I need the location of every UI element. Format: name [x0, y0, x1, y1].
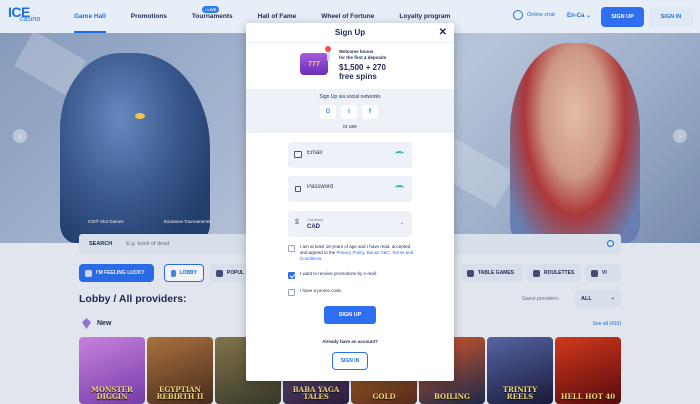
chat-icon [513, 10, 523, 20]
slot-digits: 777 [308, 60, 320, 68]
facebook-icon: f [369, 109, 371, 115]
age-consent-text: I am at least 18 years of age and I have… [300, 244, 414, 262]
bonus-subtitle: Welcome bonus for the first 4 deposits [339, 49, 386, 61]
nav-game-hall[interactable]: Game Hall [74, 0, 106, 33]
autofill-key-icon[interactable] [395, 185, 404, 191]
online-chat-label: Online chat [527, 12, 555, 18]
signup-submit-button[interactable]: SIGN UP [324, 306, 376, 324]
promo-email-checkbox[interactable] [288, 272, 295, 279]
consent-dot: . [321, 256, 323, 261]
privacy-policy-link[interactable]: Privacy Policy [337, 250, 365, 255]
promo-code-text: I have a promo code [300, 288, 342, 293]
bonus-terms-link[interactable]: Bonus T&C [367, 250, 390, 255]
social-signup: Sign Up via social networks G t f or use [246, 89, 454, 133]
header-signin-button[interactable]: SIGN IN [649, 7, 693, 27]
currency-select[interactable]: $ Currency CAD ⌄ [288, 211, 412, 237]
password-input[interactable] [307, 184, 387, 190]
google-icon: G [325, 109, 331, 115]
nav-tournaments[interactable]: • LIVE Tournaments [192, 0, 233, 33]
slot-machine-icon: 777 [300, 53, 328, 75]
welcome-bonus: 777 Welcome bonus for the first 4 deposi… [246, 43, 454, 89]
live-badge: • LIVE [201, 6, 220, 13]
google-button[interactable]: G [320, 105, 336, 119]
online-chat-link[interactable]: Online chat [513, 10, 555, 20]
chevron-down-icon: ⌄ [586, 13, 592, 19]
nav-promotions[interactable]: Promotions [131, 0, 167, 33]
slot-lever-ball [325, 46, 331, 52]
modal-signin-button[interactable]: SIGN IN [332, 352, 368, 370]
social-buttons: G t f [320, 105, 378, 119]
promo-code-row: I have a promo code [288, 288, 414, 296]
logo-subtext: casino [20, 16, 41, 23]
modal-title: Sign Up [334, 28, 366, 37]
currency-label: Currency [307, 217, 324, 222]
twitter-icon: t [348, 109, 350, 115]
language-label: En-Ca [567, 13, 585, 19]
modal-header: Sign Up ✕ [246, 23, 454, 43]
logo[interactable]: ICE casino [8, 5, 46, 29]
envelope-icon [294, 151, 302, 158]
bonus-amount-line-1: $1,500 + 270 [339, 63, 386, 72]
promo-code-checkbox[interactable] [288, 289, 295, 296]
currency-value: CAD [307, 224, 320, 230]
promo-email-row: I want to receive promotions by e-mail. [288, 271, 414, 279]
language-selector[interactable]: En-Ca ⌄ [567, 12, 591, 19]
nav-tournaments-label: Tournaments [191, 13, 233, 20]
bonus-amount-line-2: free spins [339, 72, 377, 81]
consent-text-2: , [364, 250, 366, 255]
age-consent-checkbox[interactable] [288, 245, 295, 252]
twitter-button[interactable]: t [341, 105, 357, 119]
bonus-line-2: for the first 4 deposits [339, 55, 387, 60]
bonus-amount: $1,500 + 270 free spins [339, 63, 386, 81]
header-signup-button[interactable]: SIGN UP [601, 7, 644, 27]
or-use-label: or use [343, 124, 357, 130]
signup-modal: Sign Up ✕ 777 Welcome bonus for the firs… [246, 23, 454, 381]
promo-email-text: I want to receive promotions by e-mail. [300, 271, 378, 276]
age-consent-row: I am at least 18 years of age and I have… [288, 244, 414, 262]
autofill-key-icon[interactable] [395, 151, 404, 157]
close-icon[interactable]: ✕ [439, 28, 447, 38]
already-account-text: Already have an account? [322, 339, 378, 344]
facebook-button[interactable]: f [362, 105, 378, 119]
lock-icon [295, 186, 301, 192]
password-field[interactable] [288, 176, 412, 202]
chevron-down-icon: ⌄ [399, 220, 404, 226]
social-title: Sign Up via social networks [319, 94, 381, 100]
email-input[interactable] [307, 150, 387, 156]
dollar-icon: $ [295, 219, 299, 226]
email-field[interactable] [288, 142, 412, 168]
